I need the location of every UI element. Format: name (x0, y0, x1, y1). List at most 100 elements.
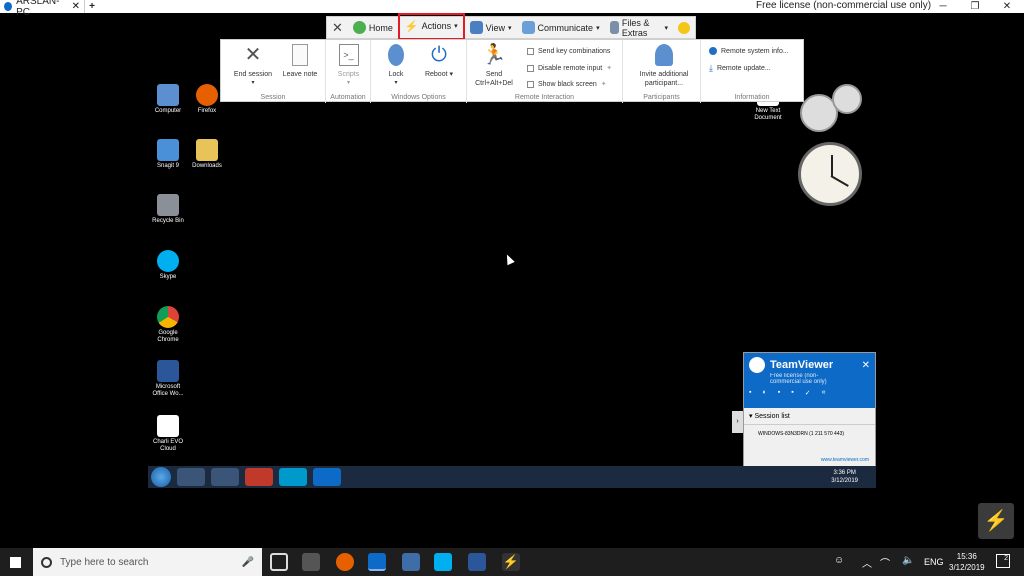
participants-group: Invite additional participant... Partici… (623, 40, 701, 103)
information-group: Remote system info... ⤓ Remote update...… (709, 47, 789, 101)
desktop-icon-recycle-bin[interactable]: Recycle Bin (148, 194, 188, 225)
collapse-icon[interactable]: « (822, 389, 826, 397)
reboot-button[interactable]: ⏻ Reboot ▾ (417, 44, 461, 79)
chevron-down-icon: ▾ (664, 24, 668, 32)
remote-start-button[interactable] (151, 467, 171, 487)
restore-button[interactable]: ❐ (960, 0, 990, 13)
actions-ribbon: ✕ End session ▾ Leave note Session >_ Sc… (220, 39, 804, 103)
firefox-taskbar-icon[interactable] (336, 553, 354, 571)
people-icon[interactable]: ☺ (834, 555, 844, 566)
remote-explorer-icon[interactable] (177, 468, 205, 486)
menu-actions[interactable]: ⚡ Actions ▾ (397, 12, 465, 40)
close-session-button[interactable]: ✕ (327, 17, 348, 38)
scripts-button[interactable]: >_ Scripts ▾ (330, 44, 367, 88)
remote-system-info-button[interactable]: Remote system info... (709, 47, 789, 55)
teamviewer-quick-icon[interactable]: ⚡ (978, 503, 1014, 539)
desktop-icon-word[interactable]: Microsoft Office Wo... (148, 360, 188, 398)
remote-chrome-icon[interactable] (211, 468, 239, 486)
remote-acrobat-icon[interactable] (245, 468, 273, 486)
send-ctrl-alt-del-button[interactable]: 🏃 Send Ctrl+Alt+Del (470, 44, 518, 88)
taskbar-search[interactable]: Type here to search 🎤 (33, 548, 262, 576)
show-black-screen-checkbox[interactable]: Show black screen ✦ (527, 80, 607, 88)
chevron-up-icon[interactable]: ︿ (862, 555, 872, 570)
minimize-button[interactable]: ─ (928, 0, 958, 13)
download-icon: ⤓ (709, 63, 713, 73)
task-view-icon[interactable] (270, 553, 288, 571)
bolt-taskbar-icon[interactable]: ⚡ (502, 553, 520, 571)
close-window-button[interactable]: ✕ (992, 0, 1022, 13)
session-list-header[interactable]: ▾ Session list (744, 408, 875, 425)
teamviewer-title: TeamViewer (770, 359, 834, 371)
leave-note-button[interactable]: Leave note (279, 44, 321, 79)
desktop-icon-charli[interactable]: Charli EVO Cloud (148, 415, 188, 453)
feedback-smiley-icon[interactable] (673, 17, 695, 38)
session-list-item[interactable]: WINDOWS-83N3DRN (1 211 570 443) (744, 425, 875, 457)
chat-icon[interactable]: ▪ (791, 389, 793, 397)
lock-button[interactable]: Lock ▾ (379, 44, 413, 88)
phone-icon (521, 21, 535, 34)
taskbar-clock[interactable]: 15:36 3/12/2019 (949, 551, 985, 573)
end-session-icon: ✕ (244, 44, 262, 66)
desktop-icon-computer[interactable]: Computer (148, 84, 188, 115)
panel-close-icon[interactable]: ✕ (862, 360, 870, 371)
snagit-icon (157, 139, 179, 161)
teamviewer-url[interactable]: www.teamviewer.com (744, 457, 875, 463)
pin-icon: ✦ (606, 65, 613, 72)
virtualbox-taskbar-icon[interactable] (402, 553, 420, 571)
desktop-icon-skype[interactable]: Skype (148, 250, 188, 281)
tab-close-icon[interactable]: ✕ (72, 1, 80, 12)
menu-communicate[interactable]: Communicate ▾ (517, 17, 605, 38)
remote-skype-icon[interactable] (279, 468, 307, 486)
new-tab-button[interactable]: + (85, 1, 99, 12)
notifications-icon[interactable]: 2 (996, 554, 1010, 568)
disable-remote-input-checkbox[interactable]: Disable remote input ✦ (527, 64, 612, 72)
desktop-icon-snagit[interactable]: Snagit 9 (148, 139, 188, 170)
windows-options-group: Lock ▾ ⏻ Reboot ▾ Windows Options (371, 40, 467, 103)
share-icon[interactable]: ▪ (778, 389, 780, 397)
word-icon (157, 360, 179, 382)
teamviewer-window: ARSLAN-PC ✕ + Free license (non-commerci… (0, 0, 1024, 576)
remote-teamviewer-icon[interactable] (313, 468, 341, 486)
taskbar-app-icon[interactable] (302, 553, 320, 571)
monitor-icon (469, 21, 483, 34)
skype-taskbar-icon[interactable] (434, 553, 452, 571)
video-icon[interactable]: ▪ (749, 389, 751, 397)
word-taskbar-icon[interactable] (468, 553, 486, 571)
check-icon[interactable]: ✓ (805, 389, 811, 397)
panel-expand-handle[interactable]: › (732, 411, 743, 433)
desktop-icon-chrome[interactable]: Google Chrome (148, 306, 188, 344)
session-menu-bar: ✕ Home ⚡ Actions ▾ View ▾ Communicate ▾ … (326, 12, 696, 40)
skype-icon (157, 250, 179, 272)
audio-icon[interactable]: ◐ (762, 389, 766, 397)
microphone-icon[interactable]: 🎤 (242, 557, 254, 568)
menu-view[interactable]: View ▾ (465, 17, 517, 38)
windows-taskbar: Type here to search 🎤 ⚡ ☺ ︿ ⌒ 🔈 ENG 15:3… (0, 548, 1024, 576)
info-icon (709, 47, 717, 55)
notification-count: 2 (1004, 555, 1008, 562)
running-man-icon: 🏃 (481, 44, 507, 66)
license-text: Free license (non-commercial use only) (756, 0, 932, 11)
invite-participant-button[interactable]: Invite additional participant... (635, 44, 693, 88)
volume-icon[interactable]: 🔈 (902, 555, 914, 566)
language-indicator[interactable]: ENG (924, 557, 944, 567)
script-icon: >_ (338, 44, 359, 66)
home-icon (352, 21, 366, 34)
send-key-combinations-checkbox[interactable]: Send key combinations (527, 48, 610, 55)
remote-clock[interactable]: 3:36 PM 3/12/2019 (831, 469, 858, 485)
menu-files-extras[interactable]: Files & Extras ▾ (605, 17, 673, 38)
desktop-icon-downloads[interactable]: Downloads (187, 139, 227, 170)
network-icon[interactable]: ⌒ (880, 555, 890, 570)
remote-desktop[interactable]: Computer Firefox Snagit 9 Downloads Recy… (148, 78, 876, 488)
teamviewer-panel: TeamViewer ✕ Free license (non-commercia… (743, 352, 876, 467)
remote-update-button[interactable]: ⤓ Remote update... (709, 63, 771, 74)
session-tab-label: ARSLAN-PC (16, 0, 60, 18)
search-input[interactable]: Type here to search (60, 557, 148, 568)
end-session-button[interactable]: ✕ End session ▾ (229, 44, 277, 88)
panel-toolbar: ▪ ◐ ▪ ▪ ✓ « (749, 389, 870, 397)
lock-icon (388, 44, 404, 66)
teamviewer-taskbar-icon[interactable] (368, 553, 386, 571)
session-tab[interactable]: ARSLAN-PC ✕ (0, 0, 85, 18)
menu-home[interactable]: Home (348, 17, 398, 38)
clock-gadget (798, 142, 862, 206)
windows-start-icon[interactable] (10, 557, 21, 568)
